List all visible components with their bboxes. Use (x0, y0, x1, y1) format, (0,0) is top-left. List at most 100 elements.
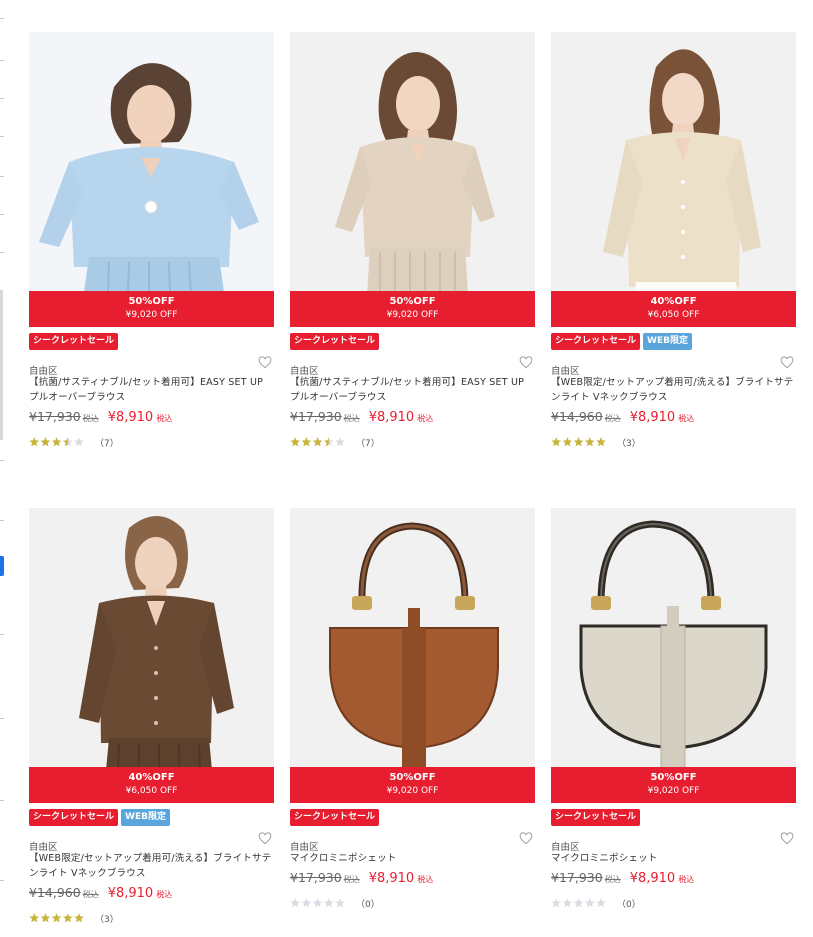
product-image[interactable]: 50%OFF ¥9,020 OFF (29, 32, 274, 327)
product-card[interactable]: 40%OFF ¥6,050 OFF シークレットセール WEB限定 自由区 【W… (29, 508, 274, 925)
secret-sale-badge: シークレットセール (290, 333, 380, 350)
review-count[interactable]: （0） (356, 897, 380, 910)
sale-price: ¥8,910 (629, 871, 676, 886)
star-icon-filled (562, 437, 573, 447)
tax-label: 税込 (678, 414, 695, 423)
review-count[interactable]: （3） (95, 912, 119, 925)
secret-sale-badge: シークレットセール (290, 809, 380, 826)
tax-label: 税込 (417, 875, 434, 884)
discount-percent: 50%OFF (128, 296, 175, 307)
discount-banner: 50%OFF ¥9,020 OFF (29, 291, 274, 327)
brand-name[interactable]: 自由区 (29, 842, 58, 853)
product-title[interactable]: 【WEB限定/セットアップ着用可/洗える】ブライトサテンライト Vネックブラウス (551, 375, 796, 405)
product-card[interactable]: 50%OFF ¥9,020 OFF シークレットセール 自由区 マイクロミニポシ… (290, 508, 535, 910)
tax-label: 税込 (82, 890, 99, 899)
tax-label: 税込 (604, 414, 621, 423)
product-title[interactable]: 【WEB限定/セットアップ着用可/洗える】ブライトサテンライト Vネックブラウス (29, 851, 274, 881)
product-image[interactable]: 50%OFF ¥9,020 OFF (290, 508, 535, 803)
secret-sale-badge: シークレットセール (551, 809, 641, 826)
star-icon (596, 898, 606, 908)
tax-label: 税込 (156, 414, 173, 423)
brand-name[interactable]: 自由区 (551, 842, 580, 853)
star-icon-filled (596, 437, 606, 447)
sale-price: ¥8,910 (368, 410, 415, 425)
discount-amount: ¥9,020 OFF (386, 786, 439, 796)
star-icon (573, 898, 584, 908)
tax-label: 税込 (156, 890, 173, 899)
star-icon-filled (290, 437, 300, 447)
star-icon-filled (74, 913, 84, 923)
star-icon-filled (551, 437, 561, 447)
review-count[interactable]: （0） (617, 897, 641, 910)
product-card[interactable]: 40%OFF ¥6,050 OFF シークレットセール WEB限定 自由区 【W… (551, 32, 796, 449)
heart-icon[interactable] (519, 356, 533, 370)
side-tab-marker[interactable] (0, 556, 4, 576)
brand-name[interactable]: 自由区 (290, 366, 319, 377)
discount-amount: ¥9,020 OFF (647, 786, 700, 796)
discount-amount: ¥6,050 OFF (125, 786, 178, 796)
star-icon-filled (40, 913, 51, 923)
original-price: ¥17,930 (551, 870, 603, 885)
heart-icon[interactable] (258, 832, 272, 846)
heart-icon[interactable] (519, 832, 533, 846)
cream-vneck-blouse-photo (551, 32, 796, 327)
product-card[interactable]: 50%OFF ¥9,020 OFF シークレットセール 自由区 【抗菌/サスティ… (29, 32, 274, 449)
secret-sale-badge: シークレットセール (29, 809, 119, 826)
brown-vneck-blouse-photo (29, 508, 274, 803)
product-image[interactable]: 50%OFF ¥9,020 OFF (290, 32, 535, 327)
star-icon-filled (573, 437, 584, 447)
discount-amount: ¥6,050 OFF (647, 310, 700, 320)
ivory-mini-pochette-photo (551, 508, 796, 803)
discount-percent: 40%OFF (650, 296, 697, 307)
heart-icon[interactable] (258, 356, 272, 370)
star-icon (551, 898, 561, 908)
star-rating (551, 437, 606, 447)
review-count[interactable]: （7） (356, 436, 380, 449)
tax-label: 税込 (343, 875, 360, 884)
product-card[interactable]: 50%OFF ¥9,020 OFF シークレットセール 自由区 マイクロミニポシ… (551, 508, 796, 910)
tax-label: 税込 (343, 414, 360, 423)
scroll-edge (0, 0, 8, 937)
star-icon-filled (51, 437, 62, 447)
tax-label: 税込 (417, 414, 434, 423)
original-price: ¥14,960 (29, 885, 81, 900)
discount-percent: 50%OFF (389, 296, 436, 307)
star-rating (29, 913, 84, 923)
sale-price: ¥8,910 (629, 410, 676, 425)
star-icon-filled (63, 913, 73, 923)
tax-label: 税込 (678, 875, 695, 884)
review-count[interactable]: （3） (617, 436, 641, 449)
product-card[interactable]: 50%OFF ¥9,020 OFF シークレットセール 自由区 【抗菌/サスティ… (290, 32, 535, 449)
brand-name[interactable]: 自由区 (551, 366, 580, 377)
original-price: ¥17,930 (290, 870, 342, 885)
star-icon (335, 437, 345, 447)
beige-blouse-photo (290, 32, 535, 327)
discount-percent: 40%OFF (128, 772, 175, 783)
star-icon-filled (51, 913, 62, 923)
product-image[interactable]: 50%OFF ¥9,020 OFF (551, 508, 796, 803)
brand-name[interactable]: 自由区 (290, 842, 319, 853)
heart-icon[interactable] (780, 356, 794, 370)
brand-name[interactable]: 自由区 (29, 366, 58, 377)
tax-label: 税込 (604, 875, 621, 884)
star-icon (301, 898, 312, 908)
star-icon (585, 898, 595, 908)
star-icon (290, 898, 300, 908)
discount-banner: 40%OFF ¥6,050 OFF (551, 291, 796, 327)
star-icon-filled (301, 437, 312, 447)
discount-amount: ¥9,020 OFF (125, 310, 178, 320)
product-title[interactable]: 【抗菌/サスティナブル/セット着用可】EASY SET UP プルオーバーブラウ… (29, 375, 274, 405)
product-image[interactable]: 40%OFF ¥6,050 OFF (551, 32, 796, 327)
star-icon (74, 437, 84, 447)
sale-price: ¥8,910 (107, 886, 154, 901)
product-image[interactable]: 40%OFF ¥6,050 OFF (29, 508, 274, 803)
star-rating (290, 437, 345, 447)
review-count[interactable]: （7） (95, 436, 119, 449)
secret-sale-badge: シークレットセール (551, 333, 641, 350)
product-title[interactable]: 【抗菌/サスティナブル/セット着用可】EASY SET UP プルオーバーブラウ… (290, 375, 535, 405)
original-price: ¥17,930 (29, 409, 81, 424)
web-limited-badge: WEB限定 (643, 333, 692, 350)
heart-icon[interactable] (780, 832, 794, 846)
brown-mini-pochette-photo (290, 508, 535, 803)
star-icon-filled (312, 437, 323, 447)
